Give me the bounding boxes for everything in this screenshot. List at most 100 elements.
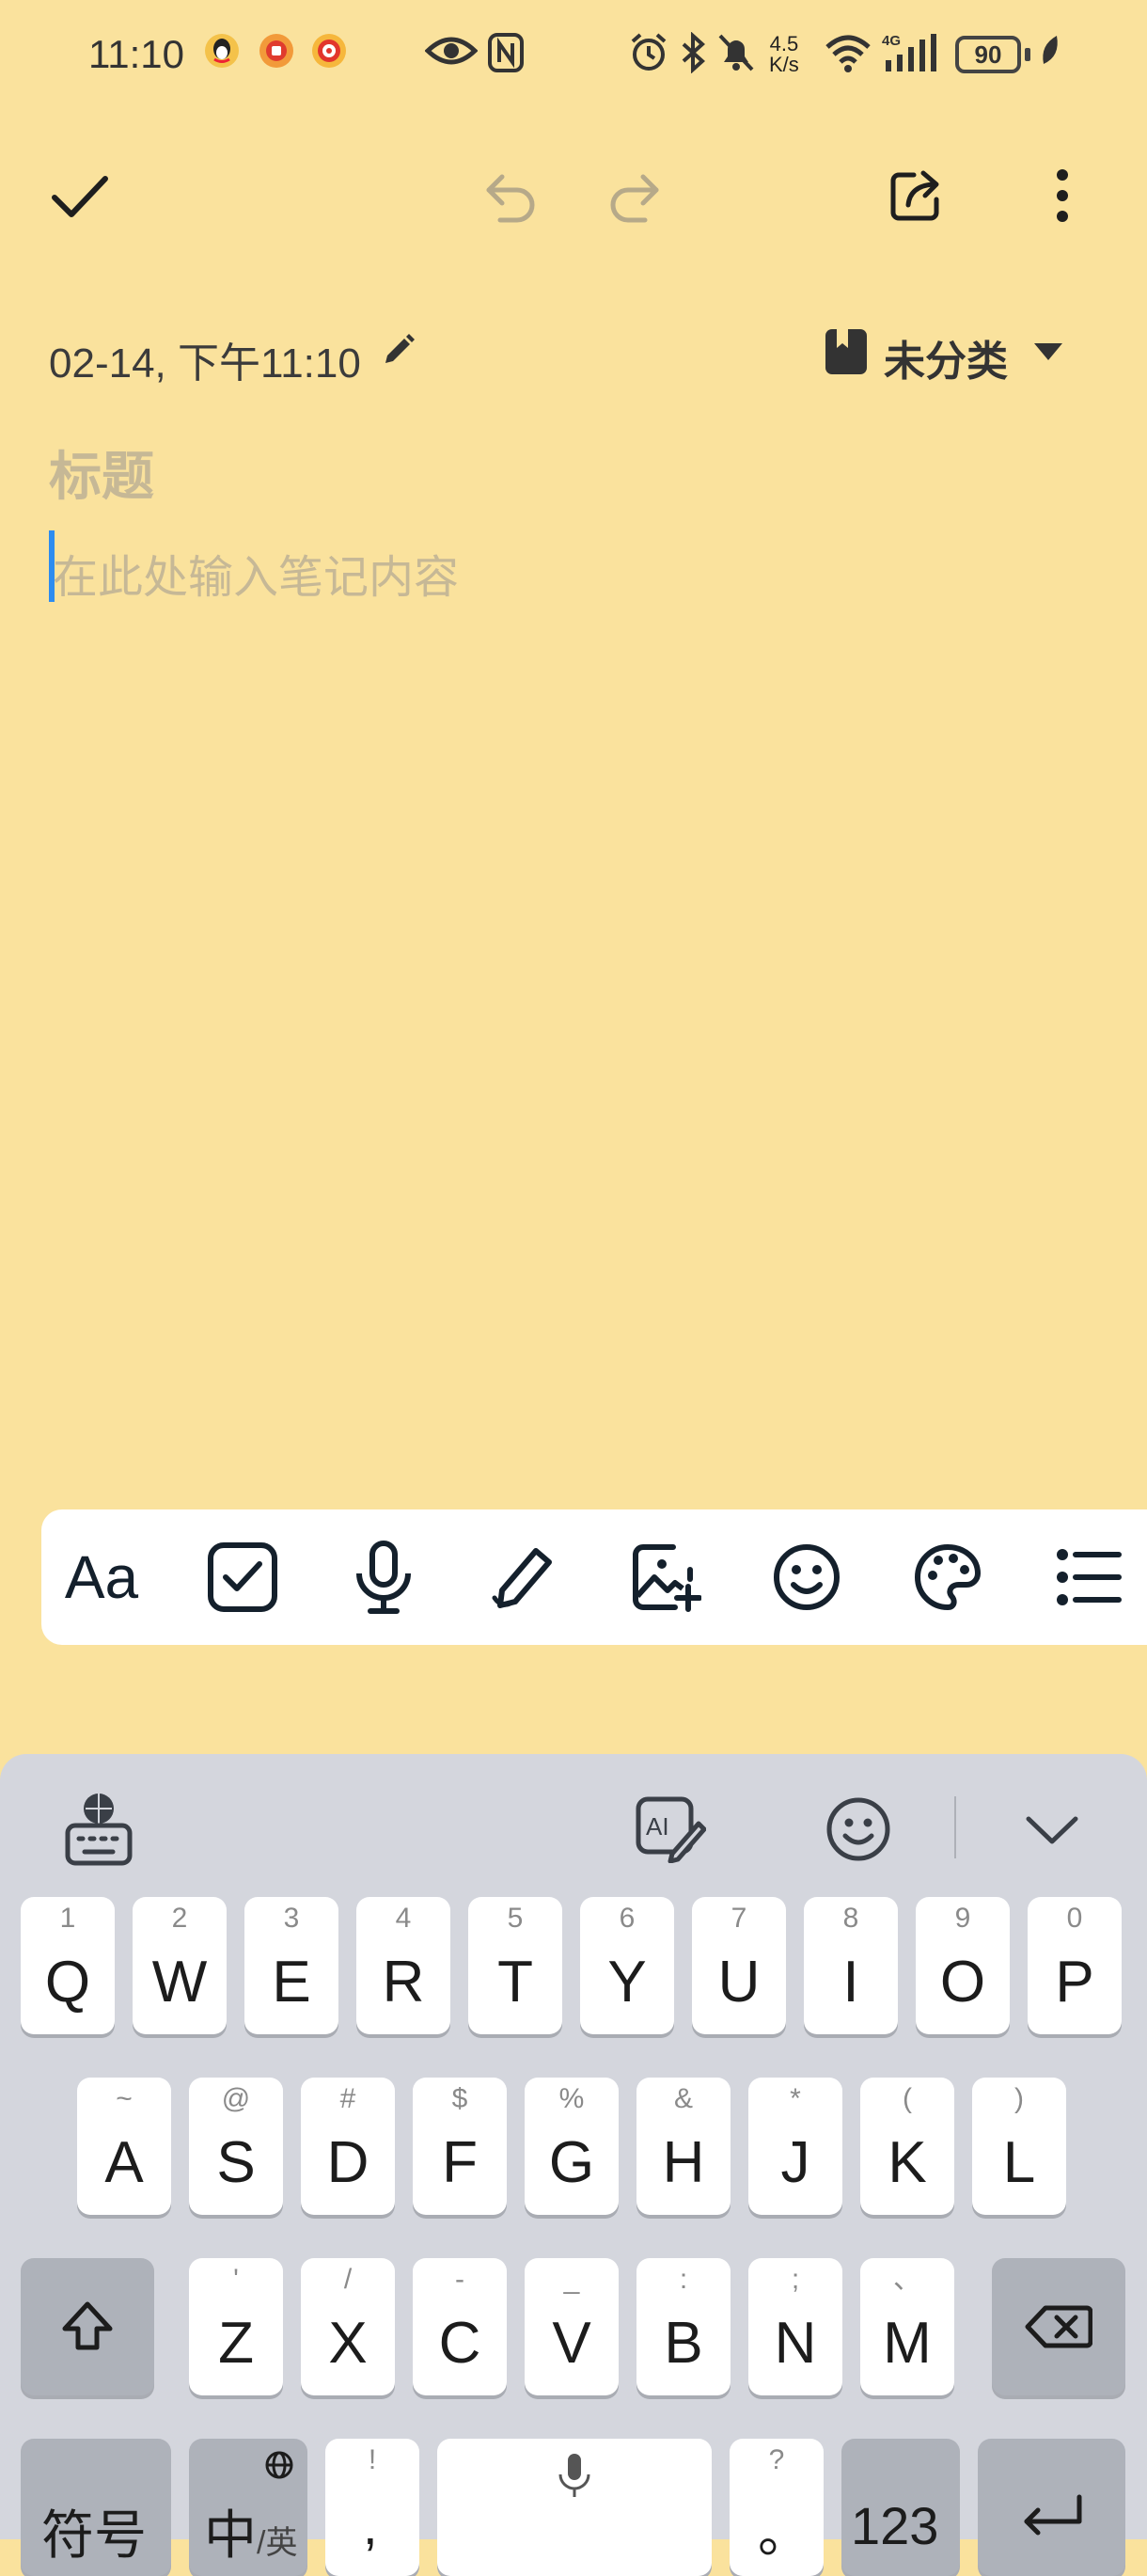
- lang-main-label: 中: [204, 2505, 257, 2565]
- key-b[interactable]: :B: [636, 2258, 731, 2395]
- microphone-icon: [558, 2454, 590, 2497]
- list-button[interactable]: [1042, 1530, 1136, 1624]
- key-t[interactable]: 5T: [468, 1897, 562, 2034]
- undo-button[interactable]: [474, 158, 549, 233]
- svg-text:AI: AI: [646, 1812, 669, 1841]
- checklist-button[interactable]: [196, 1530, 290, 1624]
- emoji-icon: [774, 1544, 840, 1610]
- eye-icon: [425, 37, 478, 65]
- edit-date-icon[interactable]: [380, 331, 417, 369]
- keyboard-emoji-button[interactable]: [816, 1787, 901, 1872]
- net-speed: 4.5 K/s: [769, 34, 799, 75]
- key-f[interactable]: $ F: [413, 2078, 507, 2215]
- key-z[interactable]: ' Z: [189, 2258, 283, 2395]
- list-icon: [1057, 1549, 1122, 1605]
- key-r[interactable]: 4R: [356, 1897, 450, 2034]
- net-speed-unit: K/s: [769, 53, 799, 76]
- backspace-key[interactable]: [992, 2258, 1125, 2395]
- palette-icon: [915, 1544, 981, 1610]
- key-u[interactable]: 7U: [692, 1897, 786, 2034]
- key-h[interactable]: & H: [636, 2078, 731, 2215]
- keyboard-globe-icon: [65, 1794, 133, 1866]
- symbols-key[interactable]: 符号: [21, 2439, 171, 2576]
- toolbar-divider: [954, 1796, 956, 1858]
- hide-keyboard-button[interactable]: [1010, 1787, 1094, 1872]
- more-options-button[interactable]: [1025, 158, 1100, 233]
- body-input[interactable]: 在此处输入笔记内容: [53, 540, 459, 606]
- handwriting-button[interactable]: [478, 1530, 572, 1624]
- key-q[interactable]: 1Q: [21, 1897, 115, 2034]
- more-icon: [1057, 169, 1068, 222]
- battery-indicator: 90: [955, 36, 1021, 73]
- status-time: 11:10: [88, 32, 184, 76]
- key-j[interactable]: * J: [748, 2078, 842, 2215]
- key-m[interactable]: 、 M: [860, 2258, 954, 2395]
- globe-icon: [265, 2451, 293, 2479]
- microphone-icon: [356, 1541, 411, 1614]
- key-w[interactable]: 2W: [133, 1897, 227, 2034]
- bluetooth-icon: [682, 32, 705, 73]
- comma-key[interactable]: ! ,: [325, 2439, 419, 2576]
- notebook-icon: [825, 329, 867, 374]
- voice-input-button[interactable]: [337, 1530, 431, 1624]
- add-image-icon: [633, 1544, 701, 1612]
- key-y[interactable]: 6Y: [580, 1897, 674, 2034]
- space-key[interactable]: [437, 2439, 712, 2576]
- key-o[interactable]: 9O: [916, 1897, 1010, 2034]
- redo-button[interactable]: [596, 158, 671, 233]
- lang-sub-label: /英: [257, 2525, 298, 2561]
- format-toolbar: Aa: [41, 1509, 1147, 1645]
- enter-key[interactable]: [978, 2439, 1125, 2576]
- key-l[interactable]: ) L: [972, 2078, 1066, 2215]
- leaf-icon: [1043, 36, 1058, 64]
- status-bar: 11:10 4.5 K/s 4G 90: [0, 0, 1147, 113]
- backspace-icon: [1025, 2305, 1092, 2348]
- share-icon: [890, 170, 939, 221]
- key-g[interactable]: % G: [525, 2078, 619, 2215]
- target-icon: [312, 34, 346, 68]
- alarm-icon: [631, 33, 667, 71]
- keyboard-settings-button[interactable]: [56, 1787, 141, 1872]
- check-icon: [52, 176, 108, 217]
- app-icon: [259, 34, 293, 68]
- title-input[interactable]: 标题: [49, 435, 154, 511]
- svg-text:4G: 4G: [882, 33, 901, 49]
- key-e[interactable]: 3E: [244, 1897, 338, 2034]
- emoji-button[interactable]: [760, 1530, 854, 1624]
- numbers-key[interactable]: 123: [841, 2439, 960, 2576]
- battery-tip: [1025, 48, 1030, 61]
- key-i[interactable]: 8I: [804, 1897, 898, 2034]
- key-d[interactable]: # D: [301, 2078, 395, 2215]
- shift-key[interactable]: [21, 2258, 154, 2395]
- key-p[interactable]: 0P: [1028, 1897, 1122, 2034]
- redo-icon: [610, 174, 659, 223]
- wifi-icon: [825, 35, 871, 72]
- folder-selector[interactable]: 未分类: [884, 327, 1008, 387]
- key-a[interactable]: ~ A: [77, 2078, 171, 2215]
- handwriting-icon: [492, 1548, 552, 1608]
- qq-icon: [205, 34, 239, 68]
- text-style-button[interactable]: Aa: [55, 1530, 149, 1624]
- key-c[interactable]: -C: [413, 2258, 507, 2395]
- ai-pen-icon: AI: [636, 1796, 706, 1863]
- chevron-down-icon: [1026, 1816, 1078, 1844]
- theme-color-button[interactable]: [901, 1530, 995, 1624]
- 4g-signal-icon: 4G: [882, 33, 936, 71]
- language-switch-key[interactable]: 中/英: [189, 2439, 307, 2576]
- share-button[interactable]: [878, 158, 953, 233]
- key-s[interactable]: @ S: [189, 2078, 283, 2215]
- done-button[interactable]: [41, 158, 117, 233]
- add-image-button[interactable]: [619, 1530, 713, 1624]
- period-key[interactable]: ? 。: [730, 2439, 824, 2576]
- key-n[interactable]: ; N: [748, 2258, 842, 2395]
- shift-icon: [62, 2301, 113, 2350]
- mute-icon: [718, 34, 754, 71]
- text-style-icon: Aa: [64, 1543, 139, 1611]
- chevron-down-icon[interactable]: [1032, 340, 1064, 363]
- checklist-icon: [208, 1542, 277, 1612]
- key-v[interactable]: _ V: [525, 2258, 619, 2395]
- enter-icon: [1024, 2494, 1082, 2536]
- key-k[interactable]: (K: [860, 2078, 954, 2215]
- key-x[interactable]: / X: [301, 2258, 395, 2395]
- ai-write-button[interactable]: AI: [628, 1787, 713, 1872]
